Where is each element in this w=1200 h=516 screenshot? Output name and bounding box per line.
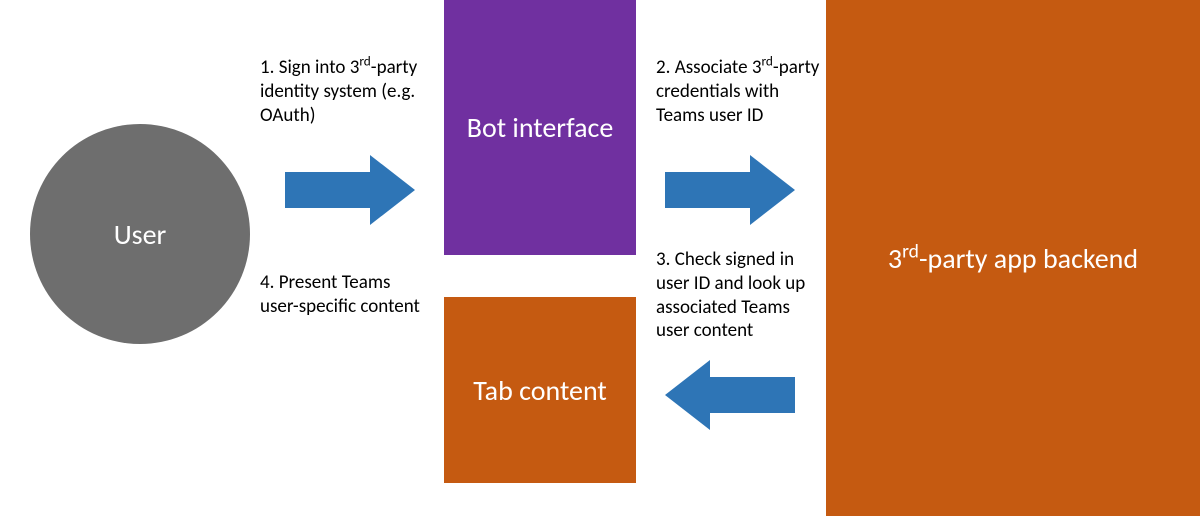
node-user-label: User [114, 217, 167, 252]
node-backend-label: 3rd-party app backend [888, 241, 1138, 276]
caption-step-2: 2. Associate 3rd-party credentials with … [656, 56, 826, 127]
node-backend: 3rd-party app backend [826, 0, 1200, 516]
arrow-left-icon [665, 360, 795, 430]
node-tab-content: Tab content [444, 297, 636, 483]
caption-step-3: 3. Check signed in user ID and look up a… [656, 248, 826, 343]
caption-step-1: 1. Sign into 3rd-party identity system (… [260, 56, 440, 127]
diagram-canvas: User Bot interface Tab content 3rd-party… [0, 0, 1200, 516]
arrow-right-icon [285, 155, 415, 225]
node-bot-label: Bot interface [467, 110, 614, 145]
arrow-right-icon [665, 155, 795, 225]
arrow-step-2 [665, 155, 795, 225]
node-tab-label: Tab content [473, 373, 607, 408]
arrow-step-3 [665, 360, 795, 430]
node-user: User [30, 124, 250, 344]
arrow-step-1 [285, 155, 415, 225]
caption-step-4: 4. Present Teams user-specific content [260, 271, 430, 319]
node-bot-interface: Bot interface [444, 0, 636, 255]
